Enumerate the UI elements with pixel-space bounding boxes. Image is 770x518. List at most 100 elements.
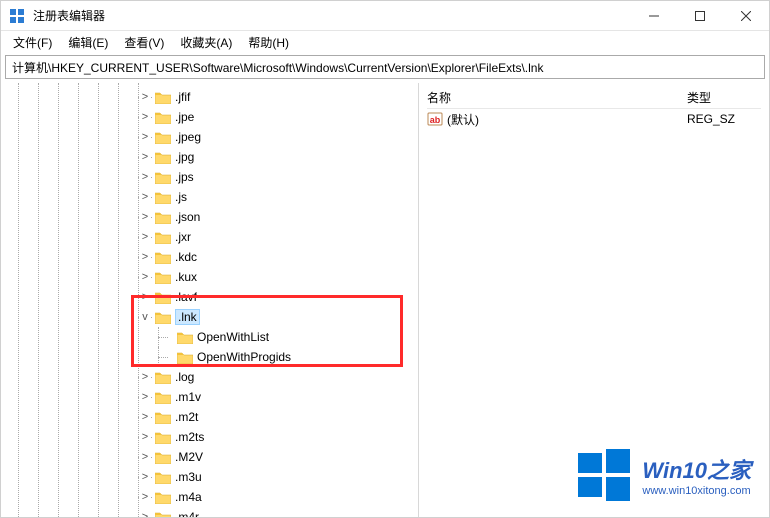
expand-icon[interactable]: > [139,411,151,423]
tree-item[interactable]: OpenWithList [1,327,418,347]
folder-icon [155,291,171,304]
minimize-button[interactable] [631,1,677,31]
expand-icon[interactable]: > [139,431,151,443]
tree-item-label: .m4r [175,510,199,517]
folder-icon [155,91,171,104]
folder-icon [155,191,171,204]
expand-icon[interactable]: > [139,271,151,283]
close-button[interactable] [723,1,769,31]
folder-icon [155,231,171,244]
string-value-icon: ab [427,111,443,127]
expand-icon[interactable]: > [139,211,151,223]
menu-file[interactable]: 文件(F) [5,32,60,53]
watermark: Win10之家 www.win10xitong.com [576,447,751,503]
tree-item[interactable]: OpenWithProgids [1,347,418,367]
column-name[interactable]: 名称 [427,89,687,106]
tree-item[interactable]: >.m4a [1,487,418,507]
windows-logo-icon [576,447,632,503]
watermark-url: www.win10xitong.com [642,485,751,497]
tree-item[interactable]: > .jpe [1,107,418,127]
tree-item-label: .m2ts [175,430,204,444]
expand-icon[interactable]: > [139,151,151,163]
folder-icon [155,371,171,384]
tree-item-label: .log [175,370,194,384]
folder-icon [155,151,171,164]
tree-item[interactable]: > .M2V [1,447,418,467]
folder-icon [155,431,171,444]
expand-icon[interactable]: > [139,511,151,517]
tree-item[interactable]: > .jps [1,167,418,187]
expand-icon[interactable]: > [139,191,151,203]
tree-item[interactable]: v .lnk [1,307,418,327]
window-title: 注册表编辑器 [33,7,631,24]
data-row[interactable]: ab (默认) REG_SZ [427,109,761,129]
maximize-button[interactable] [677,1,723,31]
expand-icon[interactable]: > [139,371,151,383]
folder-icon [177,331,193,344]
tree-item[interactable]: > .jpeg [1,127,418,147]
tree-item[interactable]: > .jfif [1,87,418,107]
titlebar: 注册表编辑器 [1,1,769,31]
tree-item-label: .json [175,210,200,224]
expand-icon[interactable]: > [139,291,151,303]
tree-item[interactable]: >.js [1,187,418,207]
tree-item[interactable]: > .jpg [1,147,418,167]
tree-pane[interactable]: >.jfif>.jpe>.jpeg>.jpg>.jps>.js>.json>.j… [1,83,419,517]
folder-icon [155,251,171,264]
tree-item-label: OpenWithProgids [197,350,291,364]
expand-icon[interactable]: > [139,231,151,243]
folder-icon [155,171,171,184]
expand-icon[interactable]: > [139,111,151,123]
menubar: 文件(F) 编辑(E) 查看(V) 收藏夹(A) 帮助(H) [1,31,769,53]
tree-item[interactable]: > .m3u [1,467,418,487]
menu-edit[interactable]: 编辑(E) [60,32,116,53]
tree-item-label: .jps [175,170,194,184]
tree-item-label: .lnk [175,309,200,325]
tree-item[interactable]: > .lavf [1,287,418,307]
tree-item-label: .jpeg [175,130,201,144]
expand-icon[interactable]: > [139,131,151,143]
data-header: 名称 类型 [427,87,761,109]
expand-icon[interactable]: > [139,451,151,463]
tree-item-label: .kdc [175,250,197,264]
expand-icon[interactable]: > [139,91,151,103]
tree-item-label: .jpe [175,110,194,124]
folder-icon [155,391,171,404]
svg-text:ab: ab [430,115,441,125]
folder-icon [155,211,171,224]
expand-icon[interactable]: > [139,251,151,263]
tree-item-label: .M2V [175,450,203,464]
tree-item[interactable]: > .json [1,207,418,227]
tree-item-label: .m3u [175,470,202,484]
menu-favorites[interactable]: 收藏夹(A) [172,32,240,53]
tree-item[interactable]: > .m2ts [1,427,418,447]
folder-icon [155,111,171,124]
menu-view[interactable]: 查看(V) [116,32,172,53]
tree-item[interactable]: > .m4r [1,507,418,517]
expand-icon[interactable]: > [139,471,151,483]
expand-icon[interactable]: > [139,491,151,503]
expand-icon[interactable]: > [139,171,151,183]
tree-item[interactable]: >.m2t [1,407,418,427]
menu-help[interactable]: 帮助(H) [240,32,297,53]
tree-item[interactable]: >.jxr [1,227,418,247]
watermark-title: Win10之家 [642,453,751,485]
tree-item-label: .m1v [175,390,201,404]
window-controls [631,1,769,31]
tree-item[interactable]: > .log [1,367,418,387]
tree-item-label: .jpg [175,150,194,164]
tree-item-label: .jfif [175,90,190,104]
tree-item[interactable]: > .m1v [1,387,418,407]
app-icon [9,8,25,24]
folder-icon [155,271,171,284]
expand-icon[interactable]: > [139,391,151,403]
tree-item-label: .lavf [175,290,197,304]
tree-item[interactable]: >.kux [1,267,418,287]
value-name: (默认) [447,111,687,128]
folder-icon [177,351,193,364]
expand-icon[interactable]: v [139,311,151,323]
tree-item[interactable]: > .kdc [1,247,418,267]
folder-icon [155,491,171,504]
address-bar[interactable]: 计算机\HKEY_CURRENT_USER\Software\Microsoft… [5,55,765,79]
column-type[interactable]: 类型 [687,89,761,106]
